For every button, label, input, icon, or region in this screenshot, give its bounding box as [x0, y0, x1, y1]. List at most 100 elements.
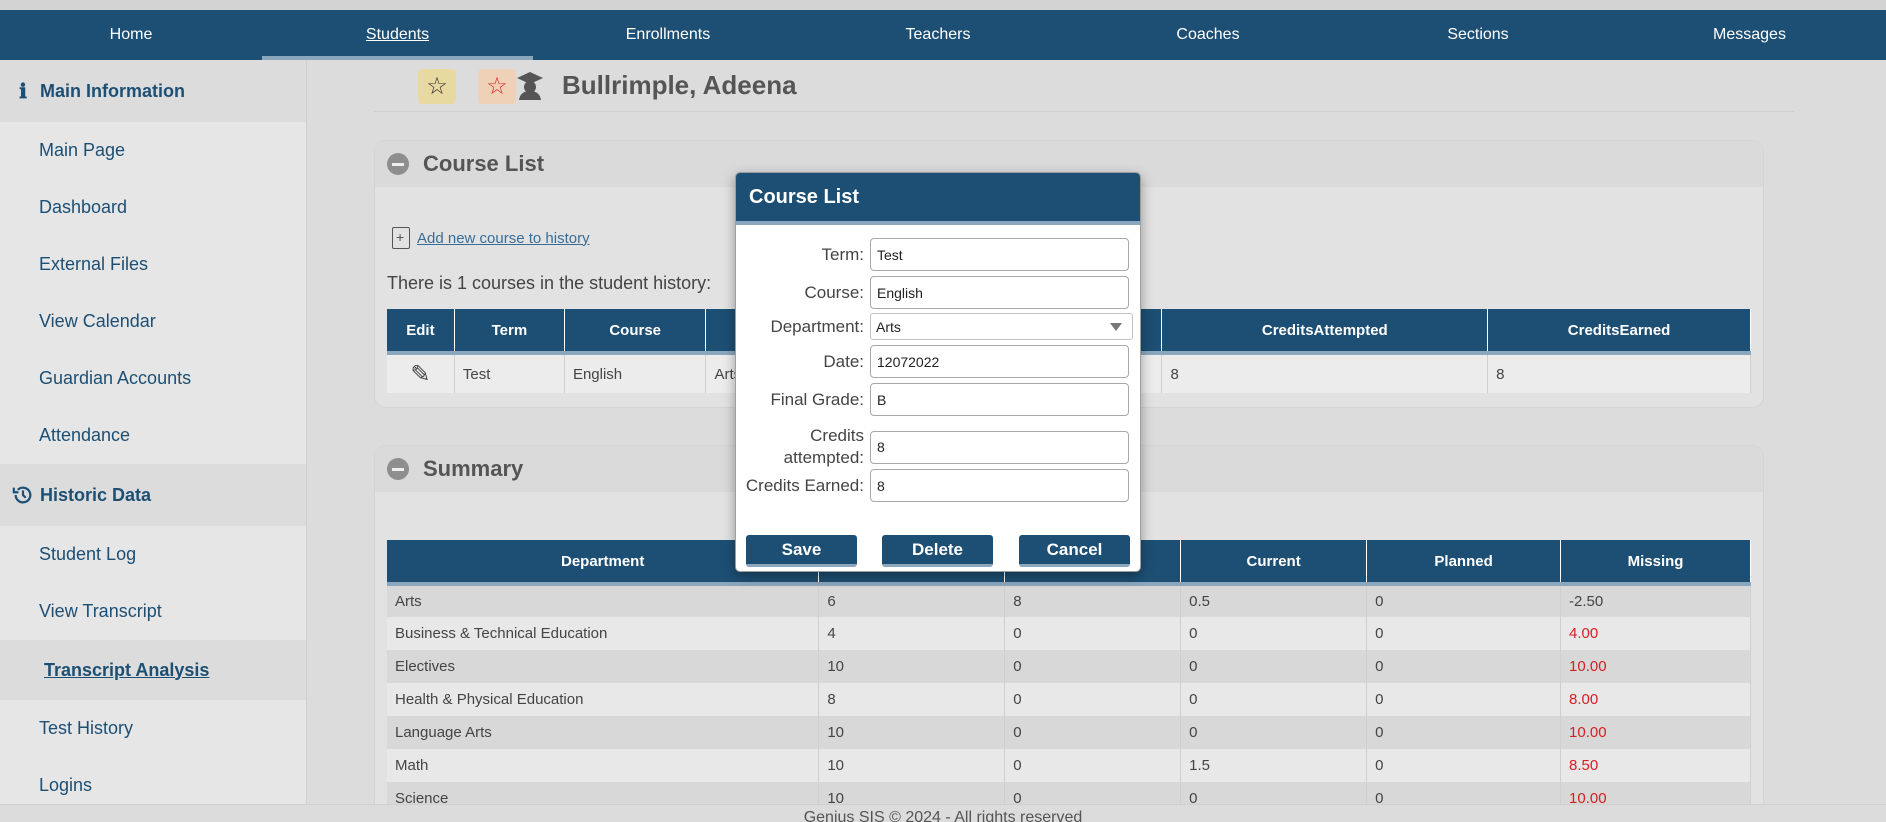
- nav-sections[interactable]: Sections: [1343, 10, 1613, 60]
- table-row: Health & Physical Education 8 0 0 0 8.00: [387, 683, 1751, 716]
- value-cell: 0: [1004, 782, 1182, 804]
- current-cell: 0: [1180, 782, 1368, 804]
- edit-cell[interactable]: ✎: [387, 353, 455, 393]
- dept-cell: Health & Physical Education: [387, 683, 820, 716]
- sidebar-item-attendance[interactable]: Attendance: [0, 407, 306, 464]
- col-header: Missing: [1560, 540, 1751, 586]
- missing-cell: 8.50: [1560, 749, 1751, 782]
- nav-home-label: Home: [109, 26, 153, 43]
- value-cell: 8: [818, 683, 1006, 716]
- sidebar-section-main-information[interactable]: ℹ Main Information: [0, 60, 306, 122]
- course-input[interactable]: [870, 276, 1129, 309]
- nav-students-label: Students: [365, 26, 430, 43]
- sidebar-item-guardian-accounts[interactable]: Guardian Accounts: [0, 350, 306, 407]
- save-button[interactable]: Save: [746, 535, 857, 567]
- sidebar-item-external-files[interactable]: External Files: [0, 236, 306, 293]
- term-label: Term:: [821, 244, 865, 264]
- nav-coaches[interactable]: Coaches: [1073, 10, 1343, 60]
- favorite-star-button[interactable]: ☆: [418, 69, 456, 104]
- course-label: Course:: [804, 282, 864, 302]
- col-header: CreditsAttempted: [1161, 309, 1489, 355]
- collapse-icon[interactable]: [387, 153, 409, 175]
- title-divider: [374, 111, 1794, 112]
- department-label: Department:: [770, 316, 864, 336]
- col-header: Term: [454, 309, 565, 355]
- value-cell: 0: [1004, 650, 1182, 683]
- earned-row: Credits Earned:: [736, 469, 1142, 502]
- col-header: Edit: [387, 309, 455, 355]
- missing-cell: 10.00: [1560, 650, 1751, 683]
- chevron-down-icon: [1110, 322, 1122, 331]
- credits-attempted-input[interactable]: [870, 430, 1129, 464]
- planned-cell: 0: [1366, 584, 1562, 617]
- date-input[interactable]: [870, 345, 1129, 378]
- sidebar: ℹ Main Information Main Page Dashboard E…: [0, 60, 307, 804]
- flag-star-button[interactable]: ☆: [478, 69, 516, 104]
- value-cell: 10: [818, 782, 1006, 804]
- course-count-text: There is 1 courses in the student histor…: [387, 273, 712, 293]
- credits-earned-input[interactable]: [870, 469, 1129, 502]
- dept-cell: Language Arts: [387, 716, 820, 749]
- missing-cell: -2.50: [1560, 584, 1751, 617]
- panel-title: Summary: [423, 456, 524, 481]
- dialog-title: Course List: [736, 173, 1140, 225]
- sidebar-item-test-history[interactable]: Test History: [0, 700, 306, 757]
- nav-coaches-label: Coaches: [1176, 26, 1240, 43]
- current-cell: 0: [1180, 716, 1368, 749]
- dept-cell: Business & Technical Education: [387, 617, 820, 650]
- nav-enrollments[interactable]: Enrollments: [533, 10, 803, 60]
- value-cell: 10: [818, 650, 1006, 683]
- nav-messages[interactable]: Messages: [1613, 10, 1886, 60]
- value-cell: 8: [1004, 584, 1182, 617]
- table-row: Arts 6 8 0.5 0 -2.50: [387, 584, 1751, 617]
- current-cell: 1.5: [1180, 749, 1368, 782]
- term-input[interactable]: [870, 238, 1129, 271]
- missing-cell: 4.00: [1560, 617, 1751, 650]
- cancel-button[interactable]: Cancel: [1019, 535, 1130, 567]
- planned-cell: 0: [1366, 683, 1562, 716]
- date-label: Date:: [823, 351, 864, 371]
- table-row: Science 10 0 0 0 10.00: [387, 782, 1751, 804]
- add-course-link[interactable]: Add new course to history: [392, 227, 590, 249]
- department-select[interactable]: Arts: [870, 313, 1133, 340]
- student-name: Bullrimple, Adeena: [562, 70, 797, 100]
- top-nav: Home Students Enrollments Teachers Coach…: [0, 10, 1886, 60]
- sidebar-item-main-page[interactable]: Main Page: [0, 122, 306, 179]
- dept-cell: Science: [387, 782, 820, 804]
- sidebar-item-view-calendar[interactable]: View Calendar: [0, 293, 306, 350]
- nav-students[interactable]: Students: [262, 10, 533, 60]
- nav-home[interactable]: Home: [0, 10, 262, 60]
- credits-attempted-label-line2: attempted:: [783, 448, 864, 467]
- edit-icon[interactable]: ✎: [410, 361, 430, 388]
- value-cell: 6: [818, 584, 1006, 617]
- panel-title: Course List: [423, 151, 545, 176]
- table-row: Language Arts 10 0 0 0 10.00: [387, 716, 1751, 749]
- col-header: Current: [1180, 540, 1368, 586]
- sidebar-section-historic-data[interactable]: Historic Data: [0, 464, 306, 526]
- info-icon: ℹ: [19, 80, 27, 103]
- collapse-icon[interactable]: [387, 458, 409, 480]
- credits-earned-label: Credits Earned:: [745, 475, 864, 495]
- sidebar-item-student-log[interactable]: Student Log: [0, 526, 306, 583]
- course-cell: English: [564, 353, 707, 393]
- current-cell: 0: [1180, 683, 1368, 716]
- nav-enrollments-label: Enrollments: [625, 26, 711, 43]
- sidebar-item-view-transcript[interactable]: View Transcript: [0, 583, 306, 640]
- current-cell: 0.5: [1180, 584, 1368, 617]
- col-header: Course: [564, 309, 707, 355]
- table-row: Math 10 0 1.5 0 8.50: [387, 749, 1751, 782]
- date-row: Date:: [736, 345, 1142, 378]
- sidebar-item-transcript-analysis[interactable]: Transcript Analysis: [0, 640, 306, 700]
- value-cell: 4: [818, 617, 1006, 650]
- delete-button[interactable]: Delete: [882, 535, 993, 567]
- red-star-icon: ☆: [486, 73, 508, 100]
- browser-top-strip: [0, 0, 1886, 10]
- col-header: Planned: [1366, 540, 1562, 586]
- credits-attempted-cell: 8: [1161, 353, 1489, 393]
- sidebar-section-label: Historic Data: [40, 484, 152, 505]
- history-icon: [10, 484, 36, 506]
- table-row: Business & Technical Education 4 0 0 0 4…: [387, 617, 1751, 650]
- nav-teachers[interactable]: Teachers: [803, 10, 1073, 60]
- sidebar-item-dashboard[interactable]: Dashboard: [0, 179, 306, 236]
- final-grade-input[interactable]: [870, 383, 1129, 416]
